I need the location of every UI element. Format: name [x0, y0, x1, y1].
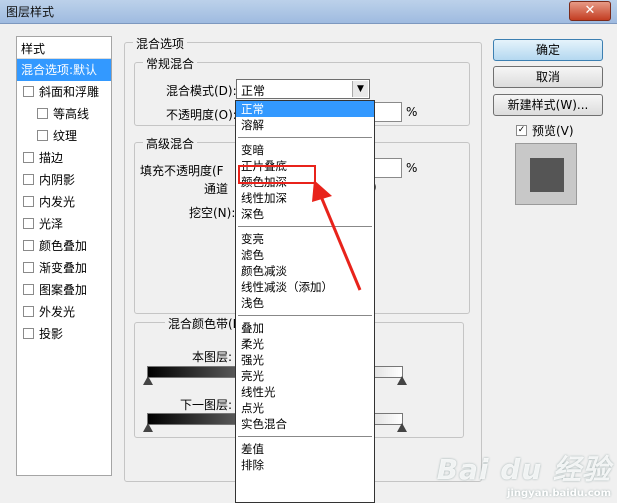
fill-opacity-input[interactable] — [372, 158, 402, 178]
annotation-highlight-box — [238, 165, 316, 184]
blend-mode-option[interactable]: 排除 — [236, 457, 374, 473]
sidebar-item[interactable]: 图案叠加 — [17, 279, 111, 301]
opacity-input[interactable] — [372, 102, 402, 122]
sidebar-item-label: 颜色叠加 — [39, 239, 88, 253]
watermark-sub: jingyan.baidu.com — [507, 488, 611, 499]
watermark: Bai du 经验 jingyan.baidu.com — [437, 448, 611, 499]
underlying-black-handle[interactable] — [143, 423, 153, 432]
blend-options-title: 混合选项 — [133, 35, 188, 52]
blend-mode-option[interactable]: 亮光 — [236, 368, 374, 384]
fill-opacity-label: 填充不透明度(F — [140, 164, 224, 178]
opacity-unit: % — [406, 105, 418, 119]
window-title: 图层样式 — [6, 5, 55, 19]
sidebar-item-label: 描边 — [39, 151, 64, 165]
sidebar-item-label: 投影 — [39, 327, 64, 341]
knockout-label: 挖空(N): — [189, 206, 236, 220]
sidebar-item[interactable]: 描边 — [17, 147, 111, 169]
watermark-main: Bai du 经验 — [436, 453, 611, 486]
style-checkbox[interactable] — [37, 130, 48, 141]
style-checkbox[interactable] — [23, 174, 34, 185]
dropdown-separator — [236, 311, 374, 320]
chevron-down-icon[interactable]: ▼ — [352, 81, 368, 97]
style-checkbox[interactable] — [23, 262, 34, 273]
sidebar-item[interactable]: 光泽 — [17, 213, 111, 235]
blend-mode-option[interactable]: 溶解 — [236, 117, 374, 133]
blend-if-title: 混合颜色带(E — [165, 315, 244, 332]
sidebar-item-label: 斜面和浮雕 — [39, 85, 100, 99]
annotation-arrow-icon — [312, 180, 362, 291]
cancel-button[interactable]: 取消 — [493, 66, 603, 88]
sidebar-item-label: 图案叠加 — [39, 283, 88, 297]
channels-label: 通道 — [204, 182, 229, 196]
general-blending-title: 常规混合 — [143, 55, 198, 72]
close-icon[interactable]: ✕ — [569, 1, 611, 21]
preview-label: 预览(V) — [532, 124, 574, 138]
advanced-blending-title: 高级混合 — [143, 135, 198, 152]
sidebar-item[interactable]: 颜色叠加 — [17, 235, 111, 257]
underlying-layer-label: 下一图层: — [180, 398, 233, 412]
blend-mode-option[interactable]: 点光 — [236, 400, 374, 416]
blend-mode-option[interactable]: 实色混合 — [236, 416, 374, 432]
sidebar-item-label: 纹理 — [53, 129, 78, 143]
sidebar-item-label: 内阴影 — [39, 173, 76, 187]
blend-mode-select[interactable]: 正常 ▼ — [236, 79, 370, 99]
style-checkbox[interactable] — [23, 152, 34, 163]
blend-mode-option[interactable]: 柔光 — [236, 336, 374, 352]
sidebar-item[interactable]: 纹理 — [17, 125, 111, 147]
sidebar-item[interactable]: 内发光 — [17, 191, 111, 213]
sidebar-item[interactable]: 外发光 — [17, 301, 111, 323]
fill-opacity-unit: % — [406, 161, 418, 175]
style-checkbox[interactable] — [23, 284, 34, 295]
this-layer-black-handle[interactable] — [143, 376, 153, 385]
style-checkbox[interactable] — [37, 108, 48, 119]
sidebar-item-label: 等高线 — [53, 107, 90, 121]
style-checkbox[interactable] — [23, 328, 34, 339]
dialog-body: 样式 混合选项:默认斜面和浮雕等高线纹理描边内阴影内发光光泽颜色叠加渐变叠加图案… — [6, 24, 611, 503]
preview-checkbox[interactable]: ✓ — [516, 125, 527, 136]
new-style-button[interactable]: 新建样式(W)... — [493, 94, 603, 116]
blend-mode-option[interactable]: 浅色 — [236, 295, 374, 311]
sidebar-item[interactable]: 内阴影 — [17, 169, 111, 191]
sidebar-item-label: 内发光 — [39, 195, 76, 209]
sidebar-item[interactable]: 等高线 — [17, 103, 111, 125]
blend-mode-value: 正常 — [241, 84, 266, 98]
sidebar-item[interactable]: 斜面和浮雕 — [17, 81, 111, 103]
this-layer-label: 本图层: — [192, 350, 233, 364]
style-checkbox[interactable] — [23, 240, 34, 251]
blend-mode-option[interactable]: 叠加 — [236, 320, 374, 336]
sidebar-item[interactable]: 混合选项:默认 — [17, 59, 111, 81]
dropdown-separator — [236, 432, 374, 441]
style-checkbox[interactable] — [23, 196, 34, 207]
blend-mode-option[interactable]: 线性光 — [236, 384, 374, 400]
preview-swatch — [515, 143, 577, 205]
blend-mode-option[interactable]: 变暗 — [236, 142, 374, 158]
preview-swatch-inner — [530, 158, 564, 192]
sidebar-item[interactable]: 渐变叠加 — [17, 257, 111, 279]
blend-mode-dropdown: 正常 溶解 变暗 正片叠底 颜色加深 线性加深 深色 变亮 滤色 颜色减淡 线性减淡（添加） 浅色 叠加… — [235, 100, 375, 503]
blend-mode-option[interactable]: 正常 — [236, 101, 374, 117]
style-checkbox[interactable] — [23, 306, 34, 317]
blend-mode-option[interactable]: 强光 — [236, 352, 374, 368]
sidebar-item-label: 外发光 — [39, 305, 76, 319]
opacity-label: 不透明度(O): — [166, 108, 237, 122]
style-checkbox[interactable] — [23, 86, 34, 97]
this-layer-white-handle[interactable] — [397, 376, 407, 385]
style-list: 样式 混合选项:默认斜面和浮雕等高线纹理描边内阴影内发光光泽颜色叠加渐变叠加图案… — [16, 36, 112, 476]
preview-toggle[interactable]: ✓ 预览(V) — [516, 122, 574, 139]
title-bar: 图层样式 ✕ — [0, 0, 617, 24]
style-checkbox[interactable] — [23, 218, 34, 229]
underlying-white-handle[interactable] — [397, 423, 407, 432]
blend-mode-option[interactable]: 差值 — [236, 441, 374, 457]
ok-button[interactable]: 确定 — [493, 39, 603, 61]
style-list-header: 样式 — [17, 37, 111, 59]
sidebar-item-label: 混合选项:默认 — [21, 63, 98, 77]
sidebar-item-label: 渐变叠加 — [39, 261, 88, 275]
sidebar-item[interactable]: 投影 — [17, 323, 111, 345]
blend-mode-label: 混合模式(D): — [166, 84, 237, 98]
sidebar-item-label: 光泽 — [39, 217, 64, 231]
dropdown-separator — [236, 133, 374, 142]
